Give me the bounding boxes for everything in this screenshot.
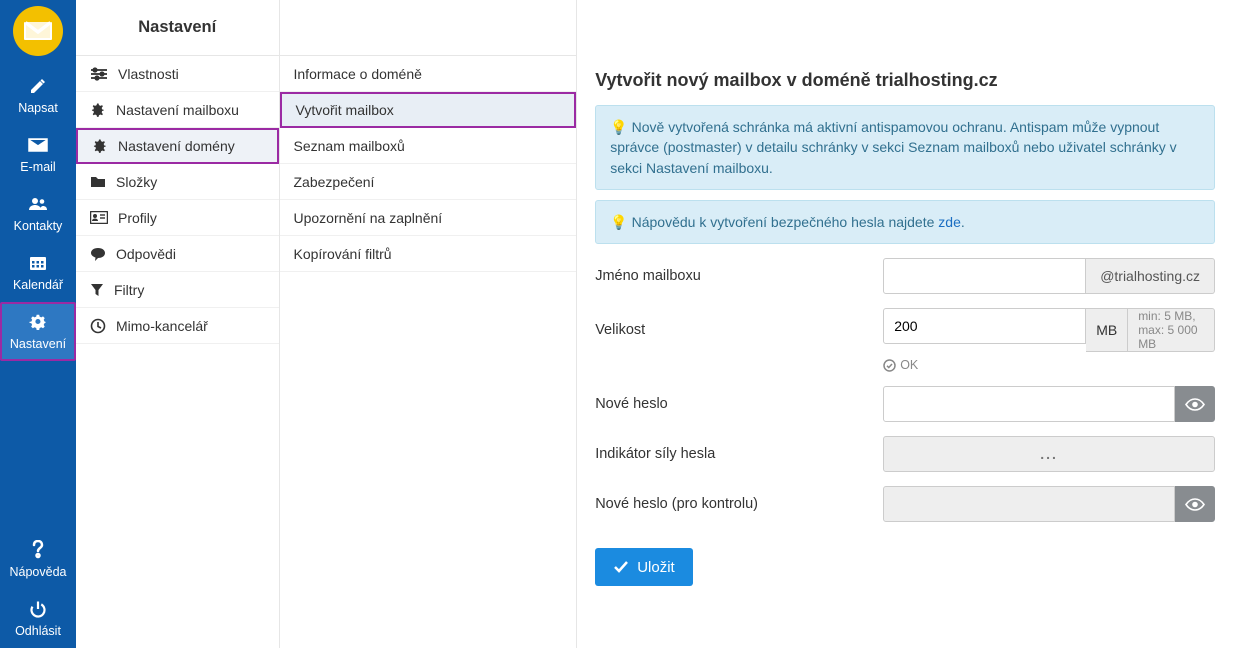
pencil-square-icon [2, 76, 74, 96]
settings-item-domain[interactable]: Nastavení domény [76, 128, 279, 164]
label-mailbox-name: Jméno mailboxu [595, 268, 883, 284]
label-size: Velikost [595, 322, 883, 338]
lightbulb-icon: 💡 [610, 214, 627, 230]
nav-contacts[interactable]: Kontakty [0, 184, 76, 243]
settings-item-label: Nastavení domény [118, 138, 235, 154]
settings-column: Nastavení Vlastnosti Nastavení mailboxu … [76, 0, 280, 648]
eye-icon [1185, 398, 1205, 411]
settings-item-label: Mimo-kancelář [116, 318, 208, 334]
settings-item-outofoffice[interactable]: Mimo-kancelář [76, 308, 279, 344]
nav-contacts-label: Kontakty [14, 219, 63, 233]
domain-suffix: @trialhosting.cz [1086, 258, 1215, 294]
subsettings-header [280, 0, 577, 56]
question-icon [2, 540, 74, 560]
eye-icon [1185, 498, 1205, 511]
toggle-confirm-visibility[interactable] [1175, 486, 1215, 522]
label-new-password: Nové heslo [595, 396, 883, 412]
comment-icon [90, 247, 106, 261]
input-size[interactable] [883, 308, 1086, 344]
nav-email-label: E-mail [20, 160, 55, 174]
envelope-icon [2, 135, 74, 155]
nav-help-label: Nápověda [10, 565, 67, 579]
info-antispam: 💡Nově vytvořená schránka má aktivní anti… [595, 105, 1215, 190]
field-mailbox-name: Jméno mailboxu @trialhosting.cz [595, 258, 1215, 294]
page-title: Vytvořit nový mailbox v doméně trialhost… [595, 70, 1215, 91]
input-mailbox-name[interactable] [883, 258, 1086, 294]
check-icon [613, 560, 629, 574]
settings-item-properties[interactable]: Vlastnosti [76, 56, 279, 92]
nav-logout[interactable]: Odhlásit [0, 589, 76, 648]
sub-item-create-mailbox[interactable]: Vytvořit mailbox [280, 92, 577, 128]
sub-item-mailbox-list[interactable]: Seznam mailboxů [280, 128, 577, 164]
funnel-icon [90, 283, 104, 297]
save-button-label: Uložit [637, 559, 675, 576]
subsettings-column: Informace o doméně Vytvořit mailbox Sezn… [280, 0, 578, 648]
info-text: Nápovědu k vytvoření bezpečného hesla na… [632, 214, 935, 230]
gear-icon [90, 102, 106, 118]
size-hint: min: 5 MB, max: 5 000 MB [1128, 308, 1215, 352]
settings-header: Nastavení [76, 0, 279, 56]
nav-calendar-label: Kalendář [13, 278, 63, 292]
field-confirm-password: Nové heslo (pro kontrolu) [595, 486, 1215, 522]
settings-item-mailbox[interactable]: Nastavení mailboxu [76, 92, 279, 128]
main-content: Vytvořit nový mailbox v doméně trialhost… [577, 0, 1233, 648]
label-strength: Indikátor síly hesla [595, 446, 883, 462]
field-new-password: Nové heslo [595, 386, 1215, 422]
save-button[interactable]: Uložit [595, 548, 693, 586]
folder-icon [90, 175, 106, 188]
size-ok-indicator: OK [883, 358, 1215, 372]
size-unit: MB [1086, 308, 1128, 352]
people-icon [2, 194, 74, 214]
label-confirm-password: Nové heslo (pro kontrolu) [595, 496, 883, 512]
calendar-icon [2, 253, 74, 273]
gear-icon [92, 138, 108, 154]
nav-settings-label: Nastavení [10, 337, 66, 351]
password-strength-meter: ... [883, 436, 1215, 472]
toggle-password-visibility[interactable] [1175, 386, 1215, 422]
settings-item-label: Odpovědi [116, 246, 176, 262]
gear-icon [2, 312, 74, 332]
settings-item-label: Nastavení mailboxu [116, 102, 239, 118]
nav-compose-label: Napsat [18, 101, 58, 115]
clock-icon [90, 318, 106, 334]
sliders-icon [90, 67, 108, 81]
settings-item-label: Profily [118, 210, 157, 226]
nav-rail: Napsat E-mail Kontakty Kalendář Nastaven… [0, 0, 76, 648]
info-text: Nově vytvořená schránka má aktivní antis… [610, 119, 1176, 176]
nav-compose[interactable]: Napsat [0, 66, 76, 125]
id-card-icon [90, 211, 108, 224]
nav-calendar[interactable]: Kalendář [0, 243, 76, 302]
check-circle-icon [883, 359, 896, 372]
nav-help[interactable]: Nápověda [0, 530, 76, 589]
settings-item-label: Složky [116, 174, 157, 190]
settings-item-folders[interactable]: Složky [76, 164, 279, 200]
settings-item-responses[interactable]: Odpovědi [76, 236, 279, 272]
settings-list: Vlastnosti Nastavení mailboxu Nastavení … [76, 56, 279, 344]
sub-item-quota-warning[interactable]: Upozornění na zaplnění [280, 200, 577, 236]
power-icon [2, 599, 74, 619]
input-confirm-password[interactable] [883, 486, 1175, 522]
lightbulb-icon: 💡 [610, 119, 627, 135]
settings-item-profiles[interactable]: Profily [76, 200, 279, 236]
nav-email[interactable]: E-mail [0, 125, 76, 184]
help-link[interactable]: zde [938, 214, 961, 230]
settings-item-label: Vlastnosti [118, 66, 179, 82]
nav-settings[interactable]: Nastavení [0, 302, 76, 361]
field-size: Velikost MB min: 5 MB, max: 5 000 MB [595, 308, 1215, 352]
input-new-password[interactable] [883, 386, 1175, 422]
field-strength: Indikátor síly hesla ... [595, 436, 1215, 472]
settings-item-label: Filtry [114, 282, 144, 298]
nav-logout-label: Odhlásit [15, 624, 61, 638]
sub-item-domain-info[interactable]: Informace o doméně [280, 56, 577, 92]
sub-item-copy-filters[interactable]: Kopírování filtrů [280, 236, 577, 272]
settings-item-filters[interactable]: Filtry [76, 272, 279, 308]
subsettings-list: Informace o doméně Vytvořit mailbox Sezn… [280, 56, 577, 272]
sub-item-security[interactable]: Zabezpečení [280, 164, 577, 200]
info-password-help: 💡 Nápovědu k vytvoření bezpečného hesla n… [595, 200, 1215, 244]
app-logo [13, 6, 63, 56]
